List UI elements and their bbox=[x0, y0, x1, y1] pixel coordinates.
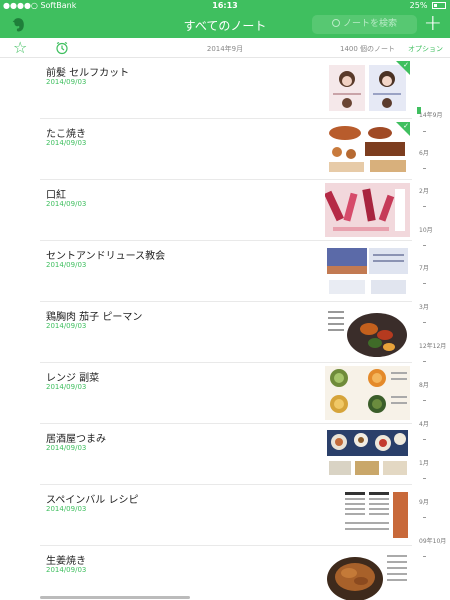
timeline-tick bbox=[423, 168, 426, 169]
note-row[interactable]: たこ焼き 2014/09/03 bbox=[40, 119, 412, 180]
search-icon bbox=[331, 19, 340, 27]
note-thumbnail bbox=[325, 488, 410, 542]
note-title: 生姜焼き bbox=[46, 556, 86, 567]
timeline-tick bbox=[423, 322, 426, 323]
battery-percent: 25% bbox=[409, 1, 428, 10]
sync-check-icon bbox=[396, 122, 410, 136]
timeline-tick bbox=[423, 478, 426, 479]
timeline-label[interactable]: 3月 bbox=[419, 302, 429, 311]
note-row[interactable]: スペインバル レシピ 2014/09/03 bbox=[40, 485, 412, 546]
note-thumbnail bbox=[325, 183, 410, 237]
navigation-bar: すべてのノート ノートを検索 + bbox=[0, 11, 450, 38]
note-title: セントアンドリュース教会 bbox=[46, 251, 166, 262]
spain-bar-page-thumbnail bbox=[325, 488, 410, 542]
note-date: 2014/09/03 bbox=[46, 78, 87, 86]
note-date: 2014/09/03 bbox=[46, 261, 87, 269]
note-row[interactable]: 居酒屋つまみ 2014/09/03 bbox=[40, 424, 412, 485]
note-date: 2014/09/03 bbox=[46, 444, 87, 452]
note-list: 前髪 セルフカット 2014/09/03 たこ焼き 2014/09/03 bbox=[0, 58, 450, 600]
note-row[interactable]: セントアンドリュース教会 2014/09/03 bbox=[40, 241, 412, 302]
note-title: 居酒屋つまみ bbox=[46, 434, 106, 445]
options-link[interactable]: オプション bbox=[408, 44, 443, 54]
church-page-thumbnail bbox=[325, 244, 410, 298]
timeline-label[interactable]: 8月 bbox=[419, 380, 429, 389]
note-title: たこ焼き bbox=[46, 129, 86, 140]
timeline-label[interactable]: 6月 bbox=[419, 148, 429, 157]
note-thumbnail bbox=[325, 549, 410, 600]
timeline-tick bbox=[423, 439, 426, 440]
timeline-label[interactable]: 12年12月 bbox=[419, 341, 446, 350]
note-row[interactable]: 生姜焼き 2014/09/03 bbox=[40, 546, 412, 600]
timeline-label[interactable]: 7月 bbox=[419, 263, 429, 272]
timeline-tick bbox=[423, 400, 426, 401]
timeline-label[interactable]: 09年10月 bbox=[419, 536, 446, 545]
timeline-label[interactable]: 9月 bbox=[419, 497, 429, 506]
battery-status: 25% bbox=[410, 1, 446, 10]
ginger-pork-page-thumbnail bbox=[325, 549, 410, 600]
timeline-label[interactable]: 14年9月 bbox=[419, 110, 442, 119]
note-title: 前髪 セルフカット bbox=[46, 68, 130, 79]
note-row[interactable]: レンジ 副菜 2014/09/03 bbox=[40, 363, 412, 424]
note-thumbnail bbox=[325, 305, 410, 359]
timeline-tick bbox=[423, 206, 426, 207]
note-date: 2014/09/03 bbox=[46, 200, 87, 208]
add-note-button[interactable]: + bbox=[424, 11, 442, 36]
note-date: 2014/09/03 bbox=[46, 383, 87, 391]
note-count: 1400 個のノート bbox=[340, 45, 396, 53]
timeline-tick bbox=[423, 361, 426, 362]
note-row[interactable]: 口紅 2014/09/03 bbox=[40, 180, 412, 241]
timeline-label[interactable]: 4月 bbox=[419, 419, 429, 428]
note-thumbnail bbox=[325, 427, 410, 481]
note-thumbnail bbox=[325, 244, 410, 298]
izakaya-page-thumbnail bbox=[325, 427, 410, 481]
note-row[interactable]: 鶏胸肉 茄子 ピーマン 2014/09/03 bbox=[40, 302, 412, 363]
date-timeline-scrubber[interactable]: 14年9月 6月 2月 10月 7月 3月 12年12月 8月 4月 1月 9月… bbox=[417, 58, 450, 600]
side-dish-page-thumbnail bbox=[325, 366, 410, 420]
note-date: 2014/09/03 bbox=[46, 505, 87, 513]
timeline-label[interactable]: 2月 bbox=[419, 186, 429, 195]
note-title: スペインバル レシピ bbox=[46, 495, 139, 506]
status-bar: ●●●●○ SoftBank 16:13 25% bbox=[0, 0, 450, 12]
search-field[interactable]: ノートを検索 bbox=[312, 15, 417, 34]
note-title: 鶏胸肉 茄子 ピーマン bbox=[46, 312, 143, 323]
scroll-indicator bbox=[40, 596, 190, 599]
note-title: レンジ 副菜 bbox=[46, 373, 100, 384]
battery-icon bbox=[432, 2, 446, 9]
note-date: 2014/09/03 bbox=[46, 139, 87, 147]
note-row[interactable]: 前髪 セルフカット 2014/09/03 bbox=[40, 58, 412, 119]
timeline-tick bbox=[423, 245, 426, 246]
note-thumbnail bbox=[325, 366, 410, 420]
timeline-tick bbox=[423, 131, 426, 132]
timeline-tick bbox=[423, 517, 426, 518]
note-thumbnail bbox=[325, 61, 410, 115]
sync-check-icon bbox=[396, 61, 410, 75]
note-date: 2014/09/03 bbox=[46, 566, 87, 574]
filter-bar: ☆ 2014年9月 1400 個のノート オプション bbox=[0, 38, 450, 58]
note-date: 2014/09/03 bbox=[46, 322, 87, 330]
note-title: 口紅 bbox=[46, 190, 66, 201]
lipstick-page-thumbnail bbox=[325, 183, 410, 237]
status-time: 16:13 bbox=[212, 1, 238, 10]
timeline-label[interactable]: 1月 bbox=[419, 458, 429, 467]
header-bar: ●●●●○ SoftBank 16:13 25% すべてのノート ノートを検索 … bbox=[0, 0, 450, 38]
note-thumbnail bbox=[325, 122, 410, 176]
timeline-tick bbox=[423, 283, 426, 284]
timeline-tick bbox=[423, 556, 426, 557]
timeline-label[interactable]: 10月 bbox=[419, 225, 433, 234]
search-placeholder: ノートを検索 bbox=[342, 19, 397, 29]
chicken-eggplant-page-thumbnail bbox=[325, 305, 410, 359]
